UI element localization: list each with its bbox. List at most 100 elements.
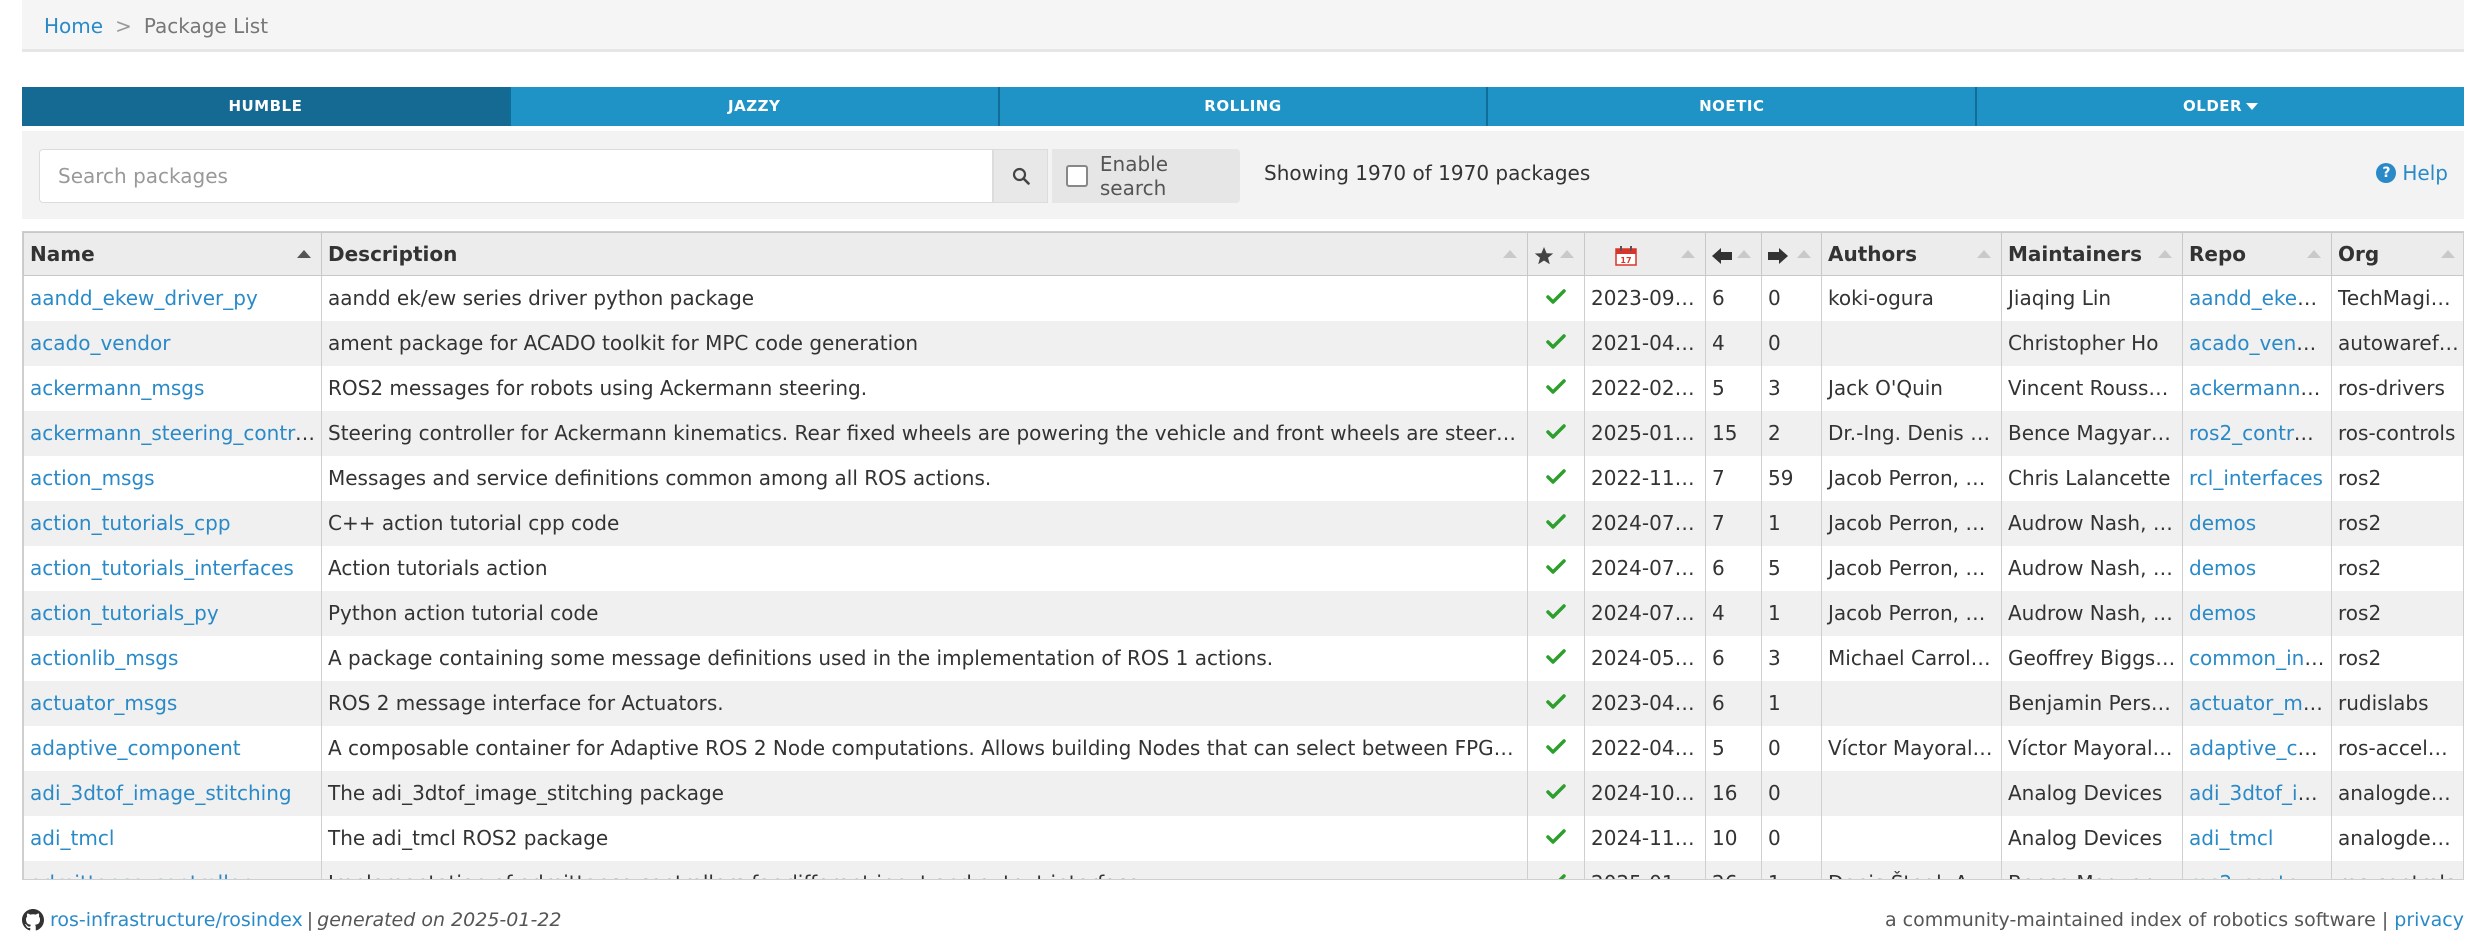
table-cell: 15 (1705, 410, 1762, 456)
package-description: Messages and service definitions common … (328, 466, 992, 490)
table-cell: Vincent Rousseau (2001, 365, 2183, 411)
repo-link[interactable]: actuator_msgs (2189, 691, 2331, 715)
package-name-link[interactable]: action_tutorials_cpp (30, 511, 231, 535)
tab-noetic[interactable]: NOETIC (1488, 87, 1978, 126)
package-name-link[interactable]: action_tutorials_py (30, 601, 219, 625)
sort-icon (2158, 250, 2172, 258)
table-body: aandd_ekew_driver_py aandd ek/ew series d… (23, 275, 2463, 879)
repo-link[interactable]: demos (2189, 511, 2256, 535)
package-name-link[interactable]: adi_tmcl (30, 826, 114, 850)
repo-link[interactable]: adi_tmcl (2189, 826, 2273, 850)
repo-link[interactable]: demos (2189, 601, 2256, 625)
tab-rolling[interactable]: ROLLING (999, 87, 1489, 126)
repo-link[interactable]: ros2_controllers (2189, 421, 2331, 445)
column-header-dependents[interactable] (1761, 232, 1822, 276)
repo-link[interactable]: common_interfaces (2189, 646, 2331, 670)
table-cell: adi_3dtof_image_stitching (23, 770, 322, 816)
table-row: actuator_msgs ROS 2 message interface for… (23, 680, 2463, 726)
enable-search-checkbox[interactable] (1066, 165, 1088, 187)
package-org: ros-acceleration (2338, 736, 2463, 760)
table-cell: adi_tmcl (23, 815, 322, 861)
table-cell: autowarefoundation (2331, 320, 2463, 366)
table-cell: Steering controller for Ackermann kinema… (321, 410, 1528, 456)
repo-link[interactable]: acado_vendor (2189, 331, 2329, 355)
table-cell: 1 (1761, 680, 1822, 726)
table-cell: The adi_3dtof_image_stitching package (321, 770, 1528, 816)
package-name-link[interactable]: action_tutorials_interfaces (30, 556, 294, 580)
generated-date: generated on 2025-01-22 (317, 909, 562, 931)
repo-link[interactable]: adaptive_component (2189, 736, 2331, 760)
help-label: Help (2402, 161, 2448, 185)
table-cell: demos (2182, 500, 2332, 546)
column-header-authors[interactable]: Authors (1821, 232, 2002, 276)
release-date: 2024-10-27 (1591, 781, 1706, 805)
table-cell: 4 (1705, 320, 1762, 366)
package-name-link[interactable]: ackermann_msgs (30, 376, 204, 400)
package-name-link[interactable]: adaptive_component (30, 736, 241, 760)
tab-humble[interactable]: HUMBLE (22, 87, 511, 126)
dependent-count: 0 (1768, 286, 1781, 311)
column-header-dependencies[interactable] (1705, 232, 1762, 276)
release-date: 2024-07-26 (1591, 511, 1706, 535)
privacy-link[interactable]: privacy (2394, 909, 2464, 931)
column-header-name[interactable]: Name (23, 232, 322, 276)
package-name-link[interactable]: aandd_ekew_driver_py (30, 286, 258, 310)
repo-link[interactable]: aandd_ekew_driver_py (2189, 286, 2331, 310)
table-cell: 0 (1761, 815, 1822, 861)
table-row: adaptive_component A composable container… (23, 725, 2463, 771)
table-cell: 26 (1705, 860, 1762, 879)
help-link[interactable]: ? Help (2376, 161, 2448, 185)
table-cell (1527, 500, 1585, 546)
table-cell: rcl_interfaces (2182, 455, 2332, 501)
rosindex-repo-link[interactable]: ros-infrastructure/rosindex (50, 909, 303, 931)
table-cell: 5 (1705, 365, 1762, 411)
question-circle-icon: ? (2376, 163, 2397, 183)
package-name-link[interactable]: action_msgs (30, 466, 155, 490)
package-maintainers: Audrow Nash, Michael Jeronimo (2008, 511, 2182, 535)
repo-link[interactable]: ackermann_msgs (2189, 376, 2331, 400)
github-icon (22, 909, 44, 931)
repo-link[interactable]: adi_3dtof_image_stitching (2189, 781, 2331, 805)
package-org: analogdevicesinc (2338, 826, 2463, 850)
search-button[interactable] (993, 149, 1048, 203)
breadcrumb-home-link[interactable]: Home (44, 14, 103, 38)
package-name-link[interactable]: acado_vendor (30, 331, 170, 355)
table-cell: ros-controls (2331, 410, 2463, 456)
tab-jazzy[interactable]: JAZZY (510, 87, 1000, 126)
package-name-link[interactable]: admittance_controller (30, 871, 249, 879)
package-org: ros2 (2338, 556, 2382, 580)
search-input[interactable] (39, 149, 993, 203)
breadcrumb-current: Package List (143, 14, 269, 38)
table-cell: Denis Štogl, Andy Zelenak (1821, 860, 2002, 879)
table-cell: ros2 (2331, 455, 2463, 501)
column-header-released[interactable] (1527, 232, 1585, 276)
package-name-link[interactable]: actionlib_msgs (30, 646, 178, 670)
package-name-link[interactable]: actuator_msgs (30, 691, 177, 715)
repo-link[interactable]: rcl_interfaces (2189, 466, 2323, 490)
table-cell: adaptive_component (23, 725, 322, 771)
package-maintainers: Audrow Nash, Michael Jeronimo (2008, 601, 2182, 625)
column-header-org[interactable]: Org (2331, 232, 2463, 276)
table-cell (1527, 860, 1585, 879)
column-header-description[interactable]: Description (321, 232, 1528, 276)
check-icon (1546, 739, 1566, 754)
table-cell: 6 (1705, 275, 1762, 321)
tab-older[interactable]: OLDER (1977, 87, 2464, 126)
package-description: ROS 2 message interface for Actuators. (328, 691, 724, 715)
repo-link[interactable]: demos (2189, 556, 2256, 580)
caret-down-icon (2246, 103, 2259, 110)
package-name-link[interactable]: adi_3dtof_image_stitching (30, 781, 292, 805)
column-header-date[interactable]: 17 (1584, 232, 1706, 276)
package-name-link[interactable]: ackermann_steering_controller (30, 421, 321, 445)
table-cell: 6 (1705, 635, 1762, 681)
enable-search-toggle[interactable]: Enable search (1052, 149, 1240, 203)
column-header-repo[interactable]: Repo (2182, 232, 2332, 276)
column-header-maintainers[interactable]: Maintainers (2001, 232, 2183, 276)
repo-link[interactable]: ros2_controllers (2189, 871, 2331, 879)
table-cell: acado_vendor (23, 320, 322, 366)
table-cell: action_tutorials_interfaces (23, 545, 322, 591)
sort-icon (1560, 250, 1574, 258)
package-maintainers: Jiaqing Lin (2008, 286, 2112, 311)
table-cell (1527, 275, 1585, 321)
table-row: ackermann_msgs ROS2 messages for robots u… (23, 365, 2463, 411)
